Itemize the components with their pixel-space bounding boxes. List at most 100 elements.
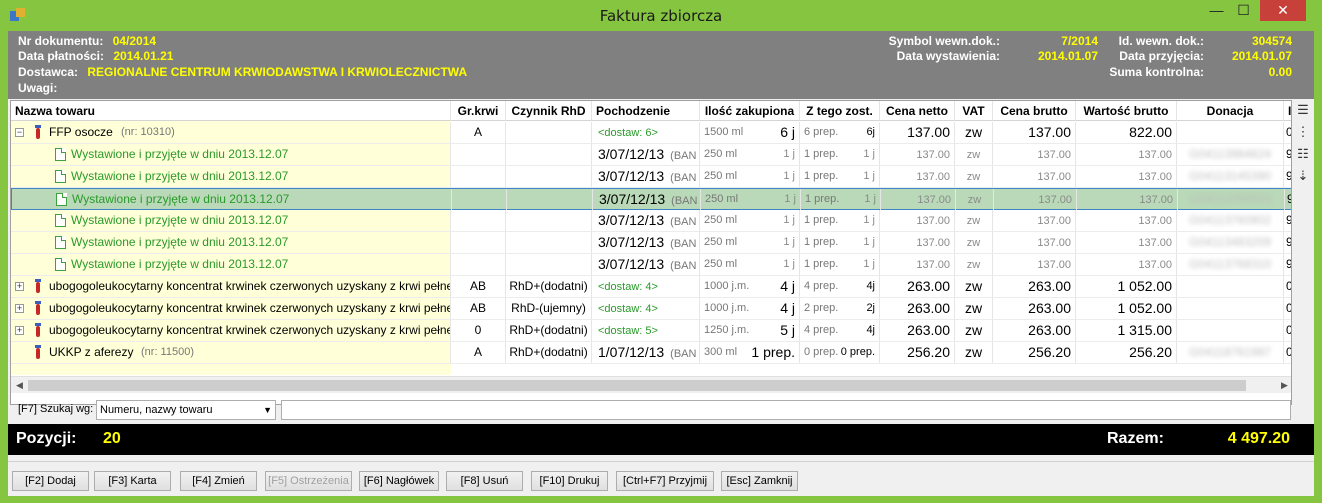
col-header-name[interactable]: Nazwa towaru [11, 101, 451, 121]
remaining-unit: 4 prep. [804, 280, 839, 292]
items-grid[interactable]: Nazwa towaru Gr.krwi Czynnik RhD Pochodz… [10, 100, 1292, 405]
delivery-row[interactable]: Wystawione i przyjęte w dniu 2013.12.07 3… [11, 144, 1291, 166]
remaining-cell: 1 prep. 1 j [800, 166, 880, 187]
close-window-button[interactable]: ✕ [1260, 0, 1306, 21]
origin-cell: 3/07/12/13 (BAN [592, 232, 700, 253]
rh-cell [506, 122, 592, 143]
remaining-unit: 0 prep. [804, 346, 839, 358]
value-cell: 1 052.00 [1076, 276, 1177, 297]
product-name: ubogogoleukocytarny koncentrat krwinek c… [49, 323, 451, 337]
donation-number: G04113768310 [1189, 257, 1271, 271]
qty-value: 1 j [783, 214, 795, 226]
vat-rate: zw [967, 194, 982, 206]
close-button[interactable]: [Esc] Zamknij [721, 471, 798, 491]
summary-bar: Pozycji: 20 Razem: 4 497.20 [8, 424, 1314, 455]
origin-extra: (BAN [670, 238, 697, 250]
issue-date-label: Data wystawienia: [896, 49, 1000, 63]
col-header-rh[interactable]: Czynnik RhD [506, 101, 592, 121]
col-header-gross[interactable]: Cena brutto [993, 101, 1076, 121]
product-name: ubogogoleukocytarny koncentrat krwinek c… [49, 301, 451, 315]
gross-cell: 137.00 [993, 254, 1076, 275]
gross-price: 137.00 [1037, 171, 1071, 183]
gross-price: 256.20 [1028, 344, 1071, 360]
search-by-select[interactable]: Numeru, nazwy towaru ▼ [96, 400, 276, 420]
col-header-net[interactable]: Cena netto [880, 101, 955, 121]
qty-cell: 250 ml 1 j [700, 254, 800, 275]
product-row[interactable]: + ubogogoleukocytarny koncentrat krwinek … [11, 276, 1291, 298]
col-header-vat[interactable]: VAT [955, 101, 993, 121]
col-header-donation[interactable]: Donacja [1177, 101, 1284, 121]
value-cell: 137.00 [1076, 210, 1177, 231]
delivery-row[interactable]: Wystawione i przyjęte w dniu 2013.12.07 3… [11, 254, 1291, 276]
maximize-button[interactable]: ☐ [1230, 0, 1257, 21]
qty-value: 1 j [783, 236, 795, 248]
delete-button[interactable]: [F8] Usuń [446, 471, 523, 491]
origin-extra: (BAN [670, 348, 697, 360]
add-button[interactable]: [F2] Dodaj [12, 471, 89, 491]
vat-cell: zw [956, 189, 994, 210]
gross-cell: 137.00 [993, 144, 1076, 165]
product-row[interactable]: + ubogogoleukocytarny koncentrat krwinek … [11, 320, 1291, 342]
col-header-value[interactable]: Wartość brutto [1076, 101, 1177, 121]
value-cell: 1 052.00 [1076, 298, 1177, 319]
product-row[interactable]: + ubogogoleukocytarny koncentrat krwinek … [11, 298, 1291, 320]
qty-unit: 1000 j.m. [704, 280, 750, 292]
horizontal-scrollbar[interactable]: ◀ ▶ [11, 376, 1291, 394]
scroll-thumb[interactable] [28, 380, 1246, 391]
collapse-all-icon[interactable]: ⋮ [1295, 124, 1311, 140]
col-header-remaining[interactable]: Z tego zost. [800, 101, 880, 121]
expand-icon[interactable]: + [15, 326, 24, 335]
blood-group: A [473, 125, 482, 139]
col-header-blood[interactable]: Gr.krwi [451, 101, 506, 121]
donation-cell: G04113760902 [1177, 210, 1284, 231]
scroll-left-icon[interactable]: ◀ [11, 377, 28, 394]
print-button[interactable]: [F10] Drukuj [531, 471, 608, 491]
card-button[interactable]: [F3] Karta [94, 471, 171, 491]
delivery-row[interactable]: Wystawione i przyjęte w dniu 2013.12.07 3… [11, 166, 1291, 188]
delivery-row[interactable]: Wystawione i przyjęte w dniu 2013.12.07 3… [11, 232, 1291, 254]
search-bar: [F7] Szukaj wg: Numeru, nazwy towaru ▼ [8, 398, 1314, 422]
vat-rate: zw [964, 344, 983, 360]
vat-rate: zw [964, 278, 983, 294]
columns-icon[interactable]: ☷ [1295, 146, 1311, 162]
warnings-button[interactable]: [F5] Ostrzeżenia [265, 471, 352, 491]
net-price: 137.00 [917, 194, 951, 206]
origin-extra: (BAN [670, 172, 697, 184]
header-button[interactable]: [F6] Nagłówek [359, 471, 439, 491]
col-header-origin[interactable]: Pochodzenie [592, 101, 700, 121]
search-input[interactable] [281, 400, 1291, 420]
expand-all-icon[interactable]: ☰ [1295, 102, 1311, 118]
col-header-extra[interactable]: I [1284, 101, 1291, 121]
minimize-button[interactable]: — [1203, 0, 1230, 21]
gross-price: 137.00 [1037, 215, 1071, 227]
product-row[interactable]: UKKP z aferezy (nr: 11500) A RhD+(dodatni) 1… [11, 342, 1291, 364]
product-row[interactable]: − FFP osocze (nr: 10310) A <dostaw: 6> 1500 m… [11, 122, 1291, 144]
symbol-label: Symbol wewn.dok.: [888, 34, 1000, 48]
origin-cell: <dostaw: 4> [592, 276, 700, 297]
vat-rate: zw [964, 322, 983, 338]
delivery-row[interactable]: Wystawione i przyjęte w dniu 2013.12.07 3… [11, 188, 1291, 210]
expand-icon[interactable]: + [15, 304, 24, 313]
gross-price: 137.00 [1037, 259, 1071, 271]
title-bar[interactable]: Faktura zbiorcza — ☐ ✕ [0, 0, 1322, 31]
collapse-icon[interactable]: − [15, 128, 24, 137]
col-header-qty[interactable]: Ilość zakupiona [700, 101, 800, 121]
scroll-right-icon[interactable]: ▶ [1276, 377, 1291, 394]
accept-button[interactable]: [Ctrl+F7] Przyjmij [616, 471, 714, 491]
rh-cell: RhD+(dodatni) [506, 320, 592, 341]
rh-cell [506, 144, 592, 165]
expand-icon[interactable]: + [15, 282, 24, 291]
origin-cell: <dostaw: 6> [592, 122, 700, 143]
document-icon [55, 214, 66, 227]
donation-cell: G04113760501 [1178, 189, 1285, 210]
origin-value: 1/07/12/13 [598, 344, 665, 360]
gross-cell: 137.00 [993, 232, 1076, 253]
value-cell: 137.00 [1076, 232, 1177, 253]
document-icon [55, 236, 66, 249]
delivery-row[interactable]: Wystawione i przyjęte w dniu 2013.12.07 3… [11, 210, 1291, 232]
blood-group: 0 [474, 323, 482, 337]
sort-icon[interactable]: ⇣ [1295, 168, 1311, 184]
delivery-label: Wystawione i przyjęte w dniu 2013.12.07 [71, 257, 289, 271]
change-button[interactable]: [F4] Zmień [180, 471, 257, 491]
extra-value: 0 [1286, 125, 1291, 139]
